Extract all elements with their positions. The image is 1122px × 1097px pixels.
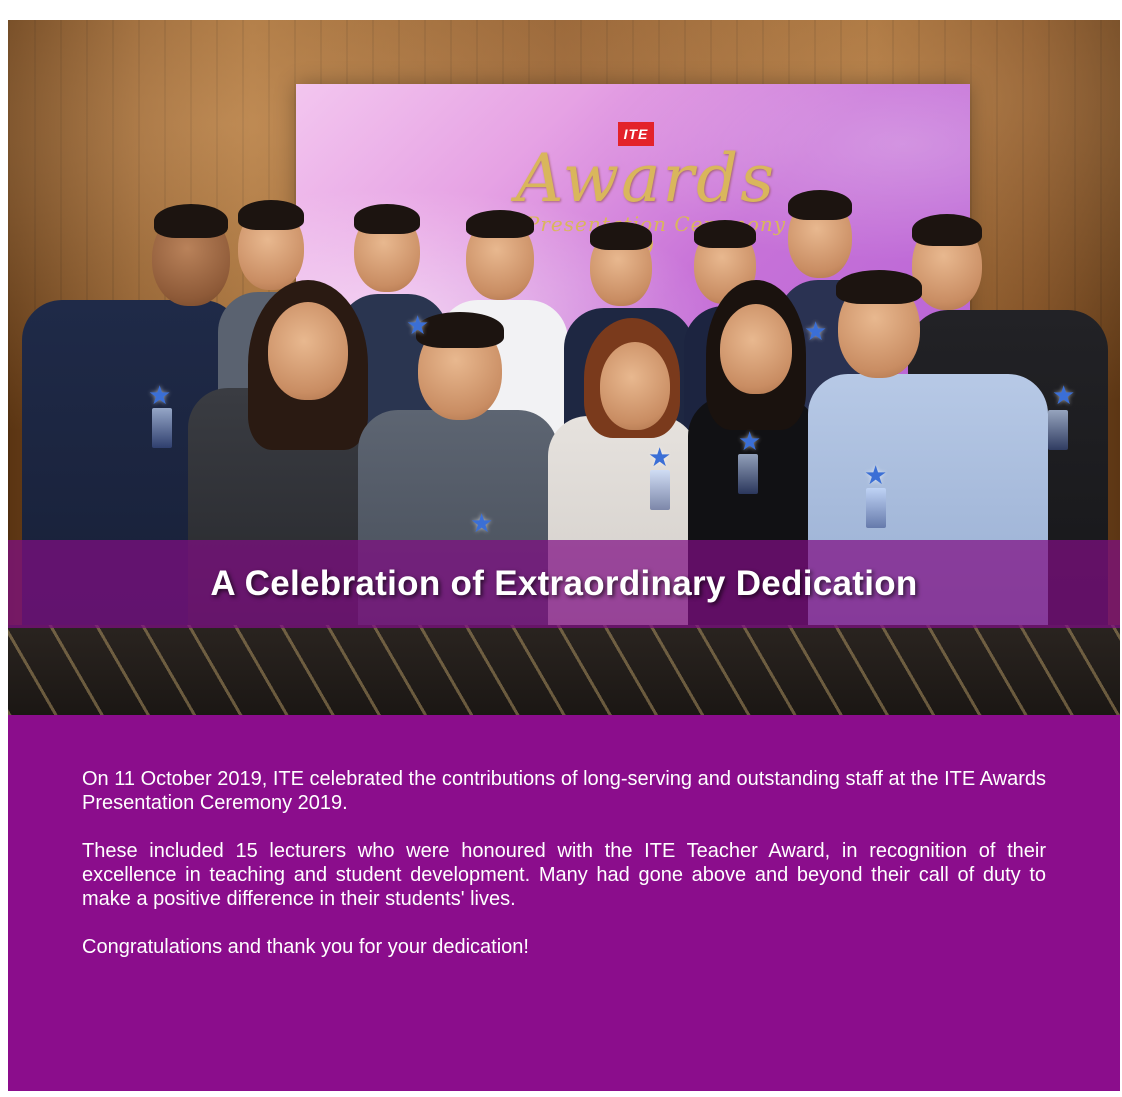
- trophy-star-icon: ★: [864, 460, 888, 490]
- banner-title: A Celebration of Extraordinary Dedicatio…: [210, 564, 918, 603]
- trophy-star-icon: ★: [406, 310, 430, 340]
- awards-subtitle: Presentation Ceremony: [525, 212, 787, 236]
- trophy-base: [152, 408, 172, 448]
- trophy-base: [1048, 410, 1068, 450]
- trophy-base: [650, 470, 670, 510]
- trophy-star-icon: ★: [148, 380, 172, 410]
- group-photo: ITE Awards Presentation Ceremony 2019: [8, 20, 1120, 715]
- patterned-carpet: [8, 625, 1120, 715]
- title-banner: A Celebration of Extraordinary Dedicatio…: [8, 540, 1120, 628]
- article-paragraph: On 11 October 2019, ITE celebrated the c…: [82, 768, 1046, 814]
- award-feature-card: ITE Awards Presentation Ceremony 2019: [8, 20, 1120, 1091]
- trophy-star-icon: ★: [804, 316, 828, 346]
- trophy-star-icon: ★: [1052, 380, 1076, 410]
- trophy-base: [866, 488, 886, 528]
- article-closing-line: Congratulations and thank you for your d…: [82, 936, 529, 958]
- article-body: On 11 October 2019, ITE celebrated the c…: [82, 767, 1046, 983]
- trophy-star-icon: ★: [738, 426, 762, 456]
- trophy-star-icon: ★: [648, 442, 672, 472]
- article-panel: On 11 October 2019, ITE celebrated the c…: [8, 715, 1120, 1091]
- trophy-base: [738, 454, 758, 494]
- trophy-star-icon: ★: [470, 508, 494, 538]
- article-paragraph: These included 15 lecturers who were hon…: [82, 840, 1046, 910]
- awards-script-title: Awards: [515, 140, 777, 217]
